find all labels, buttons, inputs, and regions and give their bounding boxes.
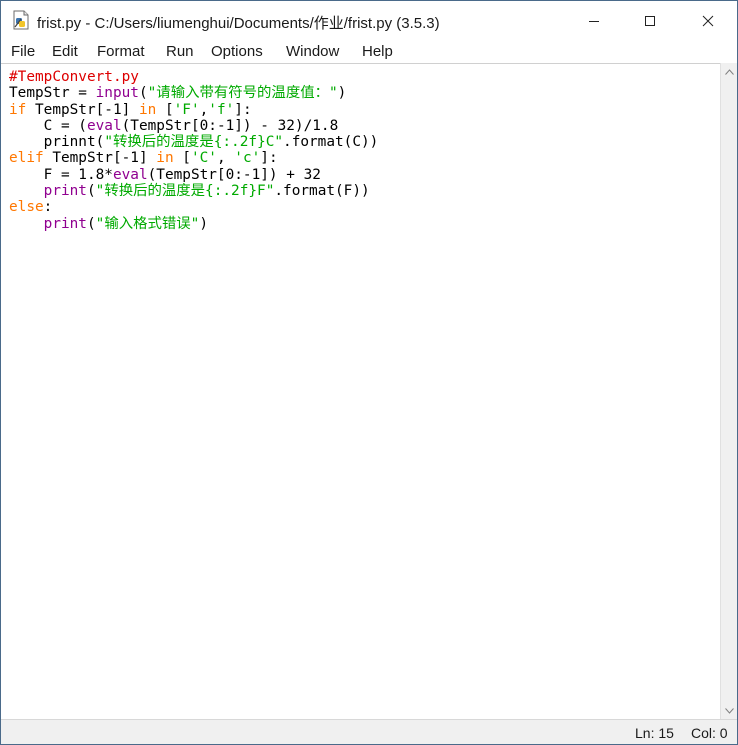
scroll-down-arrow[interactable] xyxy=(721,702,737,719)
code-token: in xyxy=(156,150,174,167)
code-token: prinnt xyxy=(43,134,96,151)
menu-options[interactable]: Options xyxy=(211,43,263,60)
minimize-button[interactable] xyxy=(571,1,617,41)
code-token: eval xyxy=(86,117,122,134)
code-token: print xyxy=(43,183,87,200)
code-token: input xyxy=(95,85,139,102)
code-token: "转换后的温度是{:.2f}C" xyxy=(104,134,284,151)
status-bar: Ln: 15 Col: 0 xyxy=(1,719,737,744)
code-line: elif TempStr[-1] in ['C', 'c']: xyxy=(9,150,278,166)
close-icon xyxy=(702,15,714,27)
code-line: F = 1.8*eval(TempStr[0:-1]) + 32 xyxy=(9,167,321,183)
menu-window[interactable]: Window xyxy=(286,43,339,60)
code-token: ( xyxy=(138,85,148,102)
code-token: "输入格式错误" xyxy=(95,215,200,232)
code-token: .format(F)) xyxy=(274,183,370,200)
menu-run[interactable]: Run xyxy=(166,43,194,60)
menu-bar: File Edit Format Run Options Window Help xyxy=(1,41,737,63)
scroll-up-arrow[interactable] xyxy=(721,63,737,80)
code-token: "转换后的温度是{:.2f}F" xyxy=(95,183,275,200)
menu-file[interactable]: File xyxy=(11,43,35,60)
code-token: C = ( xyxy=(9,117,87,134)
code-line: #TempConvert.py xyxy=(9,69,139,85)
code-token: F = 1.8* xyxy=(9,166,113,183)
menu-help[interactable]: Help xyxy=(362,43,393,60)
code-editor[interactable]: #TempConvert.py TempStr = input("请输入带有符号… xyxy=(1,63,720,720)
code-token: eval xyxy=(112,166,148,183)
maximize-icon xyxy=(645,16,655,26)
menu-format[interactable]: Format xyxy=(97,43,145,60)
chevron-down-icon xyxy=(725,707,734,714)
code-token: ( xyxy=(95,134,105,151)
menu-edit[interactable]: Edit xyxy=(52,43,78,60)
code-token: ( xyxy=(86,183,96,200)
code-line: print("转换后的温度是{:.2f}F".format(F)) xyxy=(9,183,370,199)
title-bar[interactable]: frist.py - C:/Users/liumenghui/Documents… xyxy=(1,1,737,41)
code-token: 'C' xyxy=(190,150,217,167)
code-token: elif xyxy=(9,150,44,167)
chevron-up-icon xyxy=(725,68,734,75)
minimize-icon xyxy=(589,21,599,22)
status-line-number: Ln: 15 xyxy=(635,725,674,741)
code-line: TempStr = input("请输入带有符号的温度值：") xyxy=(9,85,346,101)
code-line: else: xyxy=(9,199,52,215)
code-token: ) xyxy=(199,215,209,232)
code-token: ) xyxy=(337,85,347,102)
code-token: TempStr[-1] xyxy=(26,101,139,118)
code-token: ]: xyxy=(260,150,278,167)
code-line: if TempStr[-1] in ['F','f']: xyxy=(9,102,252,118)
maximize-button[interactable] xyxy=(627,1,673,41)
code-token: ]: xyxy=(234,101,252,118)
code-token: TempStr[-1] xyxy=(43,150,157,167)
code-token: 'c' xyxy=(234,150,261,167)
code-token: [ xyxy=(173,150,191,167)
code-token: TempStr = xyxy=(9,85,96,102)
code-token: #TempConvert.py xyxy=(9,69,139,85)
code-token: else xyxy=(9,199,44,216)
python-idle-icon[interactable] xyxy=(12,10,30,30)
vertical-scrollbar[interactable] xyxy=(720,63,737,719)
code-token: 'f' xyxy=(208,101,235,118)
code-text[interactable]: #TempConvert.py TempStr = input("请输入带有符号… xyxy=(9,69,378,232)
close-button[interactable] xyxy=(685,1,731,41)
code-token: , xyxy=(199,101,209,118)
code-token: if xyxy=(9,101,27,118)
code-token: , xyxy=(216,150,235,167)
code-line: C = (eval(TempStr[0:-1]) - 32)/1.8 xyxy=(9,117,339,134)
code-token: .format(C)) xyxy=(283,134,379,151)
code-line: prinnt("转换后的温度是{:.2f}C".format(C)) xyxy=(9,134,379,151)
code-token: ( xyxy=(86,215,96,232)
code-token: (TempStr[0:-1]) + 32 xyxy=(147,166,321,183)
idle-editor-window: frist.py - C:/Users/liumenghui/Documents… xyxy=(0,0,738,745)
window-title: frist.py - C:/Users/liumenghui/Documents… xyxy=(37,15,440,32)
code-token: (TempStr[0:-1]) - 32)/1.8 xyxy=(121,117,339,134)
code-token: in xyxy=(138,101,157,118)
code-token: "请输入带有符号的温度值：" xyxy=(147,85,338,102)
code-token: : xyxy=(43,199,53,216)
status-column-number: Col: 0 xyxy=(691,725,728,741)
code-line: print("输入格式错误") xyxy=(9,216,208,232)
code-token: print xyxy=(43,215,87,232)
code-token: [ xyxy=(156,101,174,118)
code-token: 'F' xyxy=(173,101,200,118)
